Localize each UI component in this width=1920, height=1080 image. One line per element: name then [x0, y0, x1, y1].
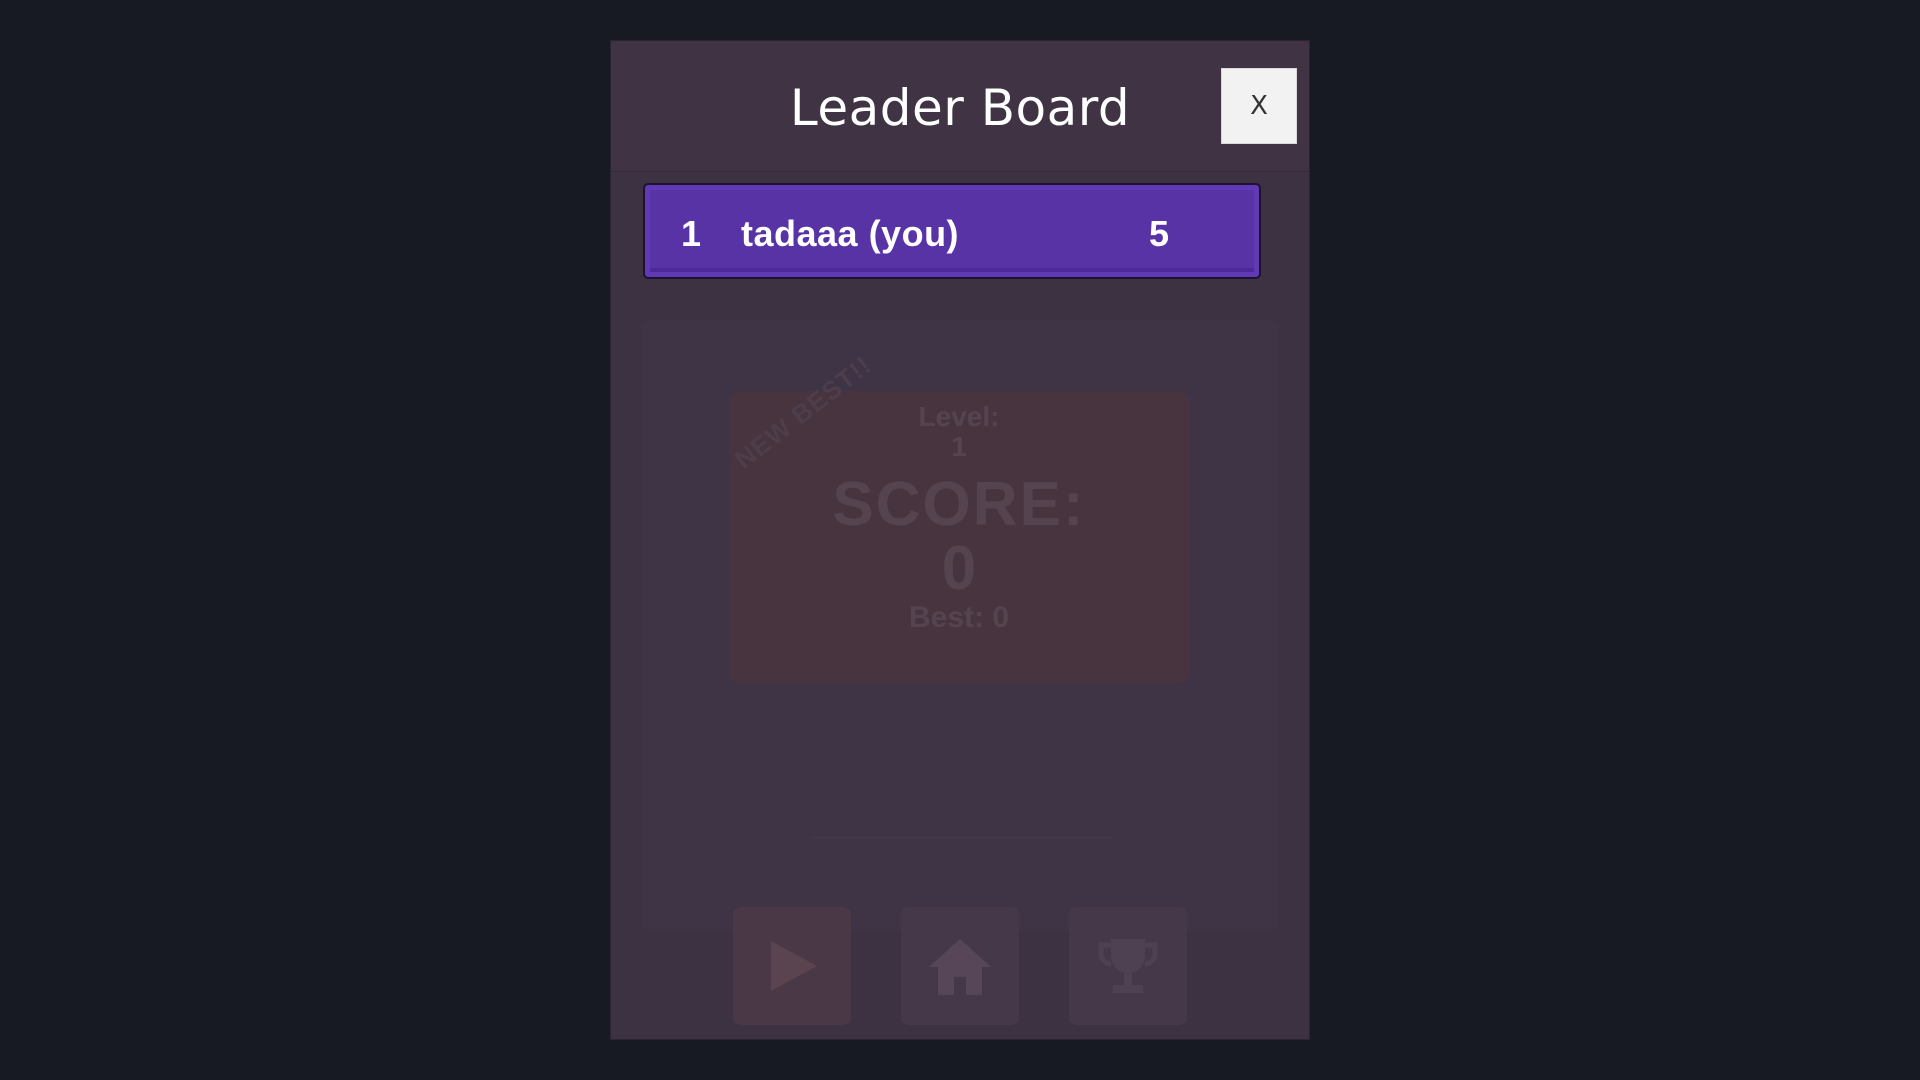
home-icon	[929, 939, 991, 995]
level-label: Level:	[918, 401, 1000, 432]
play-icon	[771, 941, 817, 991]
play-again-button[interactable]	[733, 907, 851, 1025]
trophy-icon	[1098, 939, 1158, 993]
best-score-text: Best: 0	[908, 601, 1010, 634]
game-frame: NEW BEST!! Level: 1 SCORE: 0 Best: 0 Lea…	[611, 41, 1309, 1039]
score-label: SCORE:	[832, 470, 1086, 539]
leaderboard-title: Leader Board	[789, 79, 1131, 137]
leaderboard-row: 1 tadaaa (you) 5	[643, 183, 1261, 279]
leaderboard-button[interactable]	[1069, 907, 1187, 1025]
rank: 1	[681, 213, 702, 254]
close-button[interactable]: X	[1221, 68, 1297, 144]
player-score: 5	[1149, 213, 1170, 254]
player-name: tadaaa (you)	[741, 213, 960, 254]
level-value: 1	[951, 431, 967, 462]
score-value: 0	[941, 534, 977, 603]
home-button[interactable]	[901, 907, 1019, 1025]
leaderboard-header: Leader Board X	[611, 41, 1309, 172]
divider	[811, 837, 1111, 839]
